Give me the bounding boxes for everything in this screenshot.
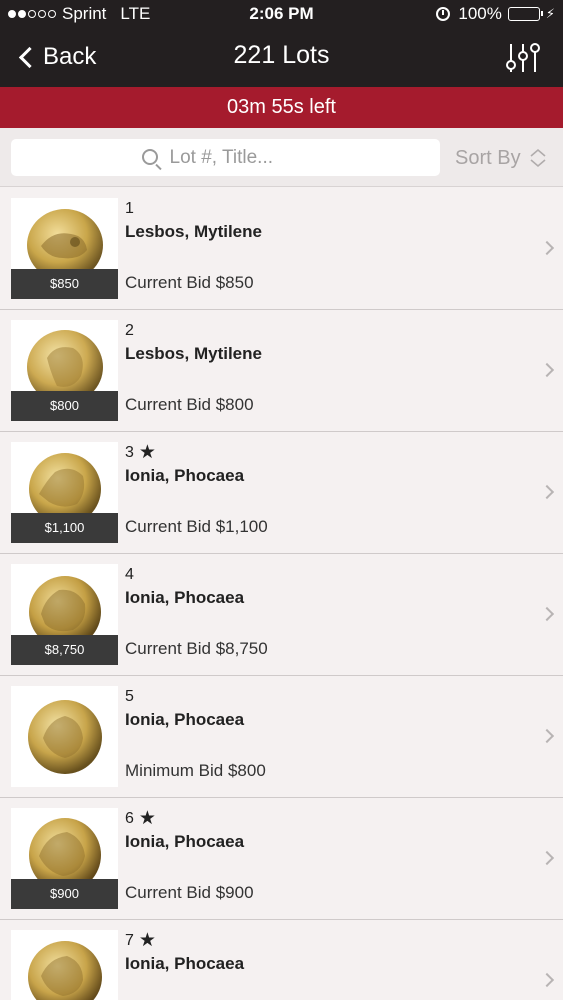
lot-number-text: 2	[125, 322, 134, 339]
search-box[interactable]	[11, 139, 440, 176]
chevron-right-icon	[539, 240, 555, 256]
lot-row[interactable]: 5 Ionia, Phocaea Minimum Bid $800	[0, 676, 563, 798]
star-icon: ★	[138, 442, 156, 463]
lot-title: Ionia, Phocaea	[125, 954, 245, 973]
lot-row[interactable]: 7 ★ Ionia, Phocaea	[0, 920, 563, 1000]
lot-title: Ionia, Phocaea	[125, 832, 245, 851]
chevron-right-icon	[539, 484, 555, 500]
price-badge: $1,100	[11, 513, 118, 543]
sort-by-label: Sort By	[455, 146, 521, 169]
price-badge: $8,750	[11, 635, 118, 665]
navigation-bar: Back 221 Lots	[0, 28, 563, 87]
lot-number-text: 4	[125, 566, 134, 583]
battery-percentage: 100%	[458, 4, 502, 23]
price-badge: $900	[11, 879, 118, 909]
chevron-left-icon	[18, 46, 41, 68]
lot-thumbnail	[11, 686, 118, 787]
star-icon: ★	[138, 808, 156, 829]
lot-number: 3 ★	[125, 442, 156, 463]
lot-row[interactable]: $8,750 4 Ionia, Phocaea Current Bid $8,7…	[0, 554, 563, 676]
lot-number-text: 6	[125, 810, 134, 827]
back-button-label: Back	[43, 43, 97, 70]
lot-bid: Current Bid $850	[125, 273, 254, 292]
lot-number-text: 5	[125, 688, 134, 705]
charging-bolt-icon: ⚡	[545, 6, 555, 21]
lot-bid: Minimum Bid $800	[125, 761, 266, 780]
lot-thumbnail: $900	[11, 808, 118, 909]
filter-button[interactable]	[505, 40, 541, 76]
lot-number: 7 ★	[125, 930, 156, 951]
lot-title: Ionia, Phocaea	[125, 588, 245, 607]
coin-image	[28, 700, 102, 774]
time-remaining-banner: 03m 55s left	[0, 87, 563, 128]
lot-thumbnail: $1,100	[11, 442, 118, 543]
lot-bid: Current Bid $8,750	[125, 639, 268, 658]
lot-number-text: 3	[125, 444, 134, 461]
sliders-icon	[506, 43, 540, 72]
lot-number: 1	[125, 200, 134, 218]
battery-icon	[507, 7, 543, 21]
search-input[interactable]	[169, 146, 310, 169]
lot-number: 4	[125, 566, 134, 584]
sort-by-button[interactable]: Sort By	[455, 143, 549, 173]
chevron-right-icon	[539, 728, 555, 744]
lot-title: Lesbos, Mytilene	[125, 344, 262, 363]
lot-row[interactable]: $900 6 ★ Ionia, Phocaea Current Bid $900	[0, 798, 563, 920]
coin-image	[28, 941, 102, 1000]
lot-number-text: 7	[125, 932, 134, 949]
price-badge: $800	[11, 391, 118, 421]
price-badge: $850	[11, 269, 118, 299]
lot-row[interactable]: $850 1 Lesbos, Mytilene Current Bid $850	[0, 188, 563, 310]
alarm-icon	[436, 7, 451, 21]
sort-chevrons-icon	[530, 148, 546, 168]
lot-number: 5	[125, 688, 134, 706]
lot-thumbnail: $800	[11, 320, 118, 421]
lot-title: Lesbos, Mytilene	[125, 222, 262, 241]
lot-thumbnail: $850	[11, 198, 118, 299]
lot-number-text: 1	[125, 200, 134, 217]
chevron-right-icon	[539, 850, 555, 866]
lot-bid: Current Bid $900	[125, 883, 254, 902]
search-row: Sort By	[0, 128, 563, 187]
lot-list: $850 1 Lesbos, Mytilene Current Bid $850…	[0, 188, 563, 1000]
lot-row[interactable]: $800 2 Lesbos, Mytilene Current Bid $800	[0, 310, 563, 432]
lot-title: Ionia, Phocaea	[125, 710, 245, 729]
chevron-right-icon	[539, 972, 555, 988]
lot-thumbnail: $8,750	[11, 564, 118, 665]
lot-bid: Current Bid $1,100	[125, 517, 268, 536]
lot-title: Ionia, Phocaea	[125, 466, 245, 485]
status-right: 100% ⚡	[436, 4, 555, 24]
back-button[interactable]: Back	[16, 40, 96, 74]
chevron-right-icon	[539, 606, 555, 622]
star-icon: ★	[138, 930, 156, 951]
search-icon	[141, 148, 158, 165]
lot-thumbnail	[11, 930, 118, 1000]
lot-number: 2	[125, 322, 134, 340]
status-bar: Sprint LTE 2:06 PM 100% ⚡	[0, 0, 563, 28]
chevron-right-icon	[539, 362, 555, 378]
lot-number: 6 ★	[125, 808, 156, 829]
lot-bid: Current Bid $800	[125, 395, 254, 414]
lot-row[interactable]: $1,100 3 ★ Ionia, Phocaea Current Bid $1,…	[0, 432, 563, 554]
